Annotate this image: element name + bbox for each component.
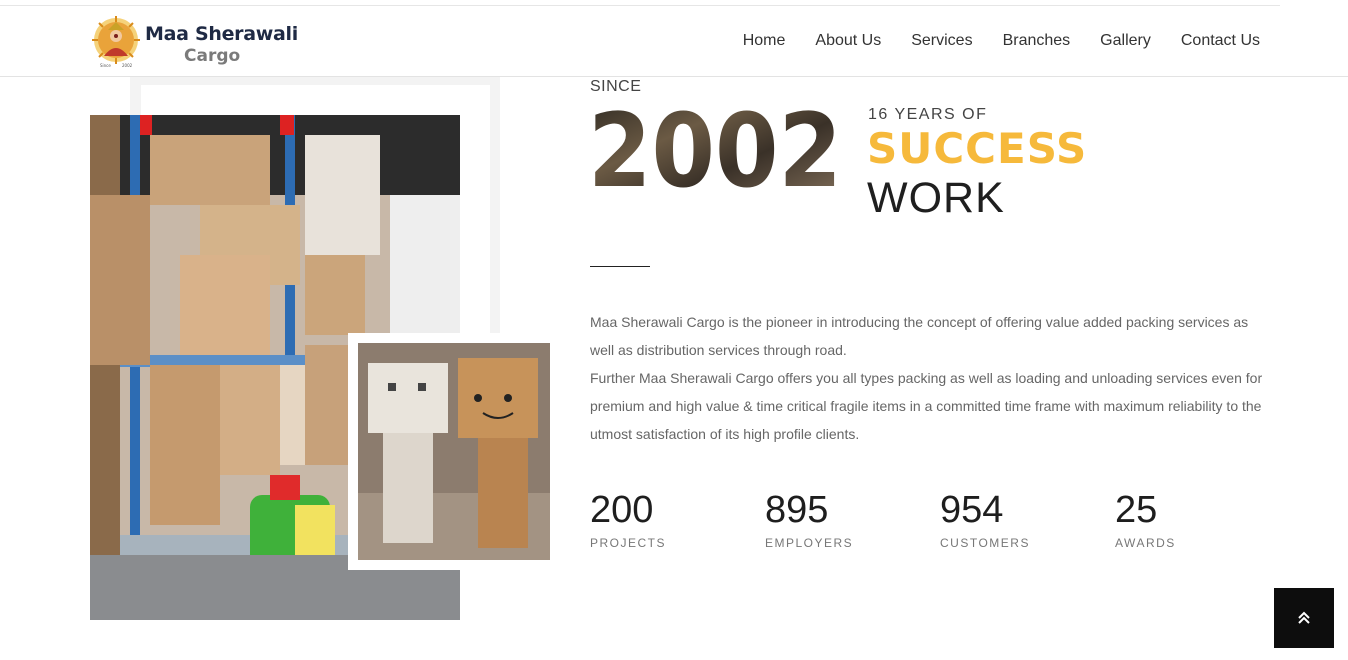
svg-text:Since: Since <box>100 63 111 68</box>
cardboard-robots-image <box>358 343 550 560</box>
stats-row: 200 PROJECTS 895 EMPLOYERS 954 CUSTOMERS… <box>590 488 1290 558</box>
main-nav: Home About Us Services Branches Gallery … <box>713 6 1260 76</box>
stat-value: 25 <box>1115 489 1158 531</box>
year-text: 2002 <box>588 96 842 196</box>
section-divider <box>590 266 650 267</box>
founding-year-graphic: 2002 <box>588 96 842 196</box>
site-header: Since 2002 Maa Sherawali Cargo Home Abou… <box>0 6 1348 77</box>
brand-name: Maa Sherawali <box>145 23 298 45</box>
double-chevron-up-icon <box>1298 611 1310 624</box>
work-heading: WORK <box>867 174 1005 222</box>
nav-branches[interactable]: Branches <box>1003 32 1071 50</box>
svg-text:2002: 2002 <box>122 63 133 68</box>
stat-value: 895 <box>765 489 829 531</box>
stat-customers: 954 CUSTOMERS <box>940 488 1110 550</box>
stat-awards: 25 AWARDS <box>1115 488 1285 550</box>
since-label: SINCE <box>590 78 642 95</box>
brand-subname: Cargo <box>184 46 241 66</box>
brand-logo[interactable]: Since 2002 Maa Sherawali Cargo <box>90 16 298 72</box>
stat-projects: 200 PROJECTS <box>590 488 760 550</box>
nav-home[interactable]: Home <box>743 32 786 50</box>
nav-contact-us[interactable]: Contact Us <box>1181 32 1260 50</box>
about-text: Maa Sherawali Cargo is the pioneer in in… <box>590 308 1270 448</box>
secondary-image-frame <box>348 333 560 570</box>
years-of-label: 16 YEARS OF <box>868 106 988 123</box>
stat-employers: 895 EMPLOYERS <box>765 488 935 550</box>
stat-label: CUSTOMERS <box>940 536 1030 550</box>
about-paragraph-1: Maa Sherawali Cargo is the pioneer in in… <box>590 314 1249 358</box>
success-heading: SUCCESS <box>867 124 1088 173</box>
nav-services[interactable]: Services <box>911 32 972 50</box>
about-paragraph-2: Further Maa Sherawali Cargo offers you a… <box>590 370 1263 442</box>
stat-value: 200 <box>590 489 654 531</box>
nav-gallery[interactable]: Gallery <box>1100 32 1151 50</box>
stat-label: PROJECTS <box>590 536 667 550</box>
scroll-to-top-button[interactable] <box>1274 588 1334 648</box>
stat-value: 954 <box>940 489 1004 531</box>
nav-about-us[interactable]: About Us <box>815 32 881 50</box>
stat-label: EMPLOYERS <box>765 536 854 550</box>
stat-label: AWARDS <box>1115 536 1176 550</box>
goddess-emblem-icon: Since 2002 <box>92 16 140 68</box>
